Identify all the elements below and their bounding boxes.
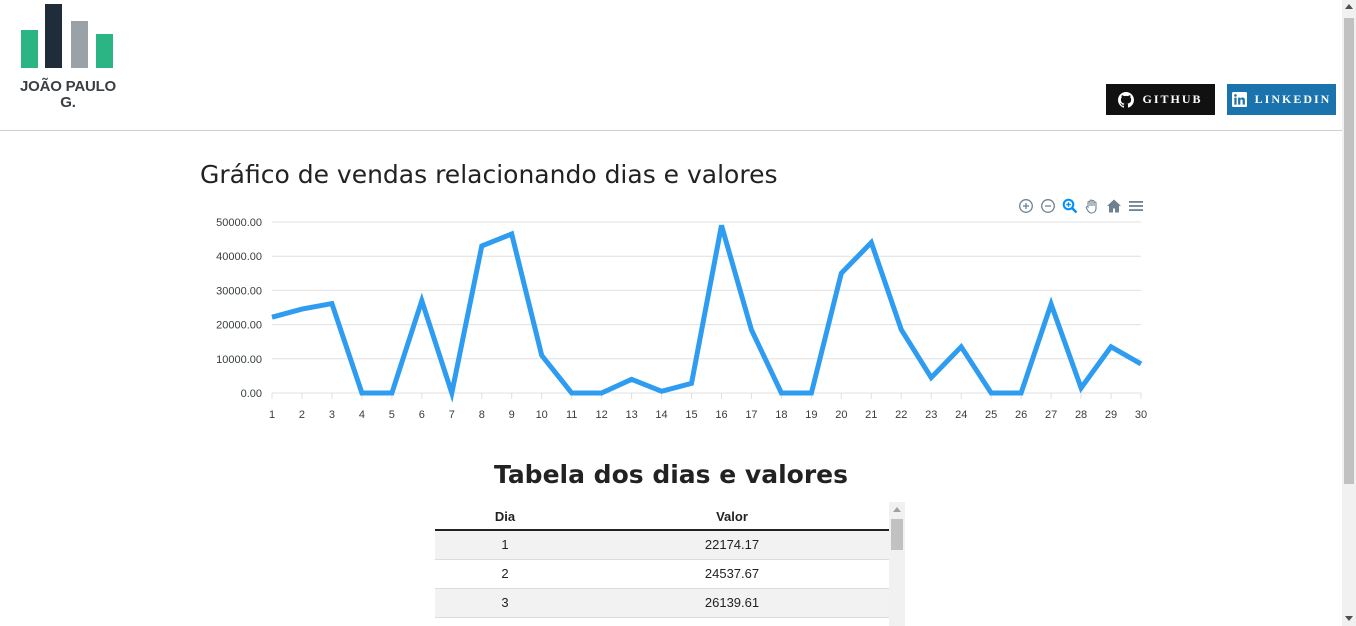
- x-tick-label: 5: [389, 409, 395, 421]
- x-tick-label: 17: [745, 409, 757, 421]
- scrollbar-thumb[interactable]: [1344, 18, 1354, 484]
- table-row: 2 24537.67: [435, 558, 889, 588]
- logo-bars-icon: [21, 4, 113, 68]
- chart-heading: Gráfico de vendas relacionando dias e va…: [200, 160, 778, 189]
- x-tick-label: 1: [269, 409, 275, 421]
- column-header-dia[interactable]: Dia: [435, 502, 575, 531]
- x-tick-label: 12: [595, 409, 607, 421]
- x-tick-label: 14: [655, 409, 667, 421]
- x-tick-label: 15: [685, 409, 697, 421]
- x-tick-label: 4: [359, 409, 365, 421]
- page-scrollbar[interactable]: [1342, 0, 1356, 626]
- x-tick-label: 11: [566, 409, 577, 421]
- column-header-valor[interactable]: Valor: [575, 502, 889, 531]
- linkedin-icon: [1231, 92, 1247, 107]
- cell-dia: 3: [435, 587, 575, 617]
- linkedin-label: LINKEDIN: [1254, 92, 1332, 106]
- cell-valor: 24537.67: [575, 558, 889, 588]
- cell-valor: 26139.61: [575, 587, 889, 617]
- table-row: 3 26139.61: [435, 587, 889, 617]
- x-tick-label: 24: [955, 409, 967, 421]
- table-row: 1 22174.17: [435, 529, 889, 559]
- x-tick-label: 21: [865, 409, 877, 421]
- github-label: GITHUB: [1142, 92, 1203, 106]
- x-tick-label: 30: [1135, 409, 1147, 421]
- cell-valor: [575, 616, 889, 626]
- x-tick-label: 27: [1045, 409, 1057, 421]
- x-tick-label: 16: [715, 409, 727, 421]
- logo-name: JOÃO PAULO: [19, 78, 117, 95]
- x-tick-label: 28: [1075, 409, 1087, 421]
- logo[interactable]: JOÃO PAULO G.: [10, 4, 126, 116]
- table-heading: Tabela dos dias e valores: [493, 460, 848, 489]
- y-tick-label: 0.00: [241, 388, 262, 400]
- y-tick-label: 20000.00: [216, 320, 262, 332]
- y-tick-label: 50000.00: [216, 217, 262, 229]
- x-tick-label: 22: [895, 409, 907, 421]
- table-row: 4: [435, 616, 889, 626]
- sales-line-chart: 0.00 10000.00 20000.00 30000.00 40000.00 5000…: [216, 217, 1147, 421]
- x-tick-label: 29: [1105, 409, 1117, 421]
- github-icon: [1118, 91, 1135, 108]
- x-tick-label: 10: [536, 409, 548, 421]
- table-scrollbar[interactable]: [889, 502, 905, 626]
- cell-dia: 4: [435, 616, 575, 626]
- x-tick-label: 3: [329, 409, 335, 421]
- y-tick-label: 30000.00: [216, 285, 262, 297]
- cell-dia: 2: [435, 558, 575, 588]
- logo-initial: G.: [60, 94, 76, 111]
- x-tick-label: 23: [925, 409, 937, 421]
- cell-dia: 1: [435, 529, 575, 559]
- scroll-up-arrow-icon[interactable]: [1345, 4, 1353, 9]
- x-tick-label: 7: [449, 409, 455, 421]
- table-scrollbar-thumb[interactable]: [891, 519, 903, 550]
- x-tick-label: 18: [775, 409, 787, 421]
- sales-table-container: Dia Valor 1 22174.17 2 24537.67 3 26139.…: [435, 502, 905, 626]
- sales-table: Dia Valor 1 22174.17 2 24537.67 3 26139.…: [435, 502, 889, 626]
- x-tick-label: 20: [835, 409, 847, 421]
- cell-valor: 22174.17: [575, 529, 889, 559]
- x-tick-label: 6: [419, 409, 425, 421]
- x-tick-label: 8: [479, 409, 485, 421]
- linkedin-button[interactable]: LINKEDIN: [1227, 84, 1336, 115]
- x-tick-label: 26: [1015, 409, 1027, 421]
- x-tick-label: 25: [985, 409, 997, 421]
- x-tick-label: 19: [805, 409, 817, 421]
- x-tick-label: 9: [509, 409, 515, 421]
- page-header: JOÃO PAULO G. GITHUB LINKEDIN: [0, 0, 1342, 131]
- table-header-row: Dia Valor: [435, 502, 889, 531]
- table-scroll-up-arrow-icon[interactable]: [893, 507, 901, 512]
- x-tick-label: 2: [299, 409, 305, 421]
- series-line: [271, 224, 1143, 403]
- scroll-down-arrow-icon[interactable]: [1345, 616, 1353, 621]
- y-tick-label: 40000.00: [216, 251, 262, 263]
- logo-text: JOÃO PAULO G.: [10, 79, 126, 111]
- x-tick-label: 13: [625, 409, 637, 421]
- github-button[interactable]: GITHUB: [1106, 84, 1215, 115]
- y-tick-label: 10000.00: [216, 354, 262, 366]
